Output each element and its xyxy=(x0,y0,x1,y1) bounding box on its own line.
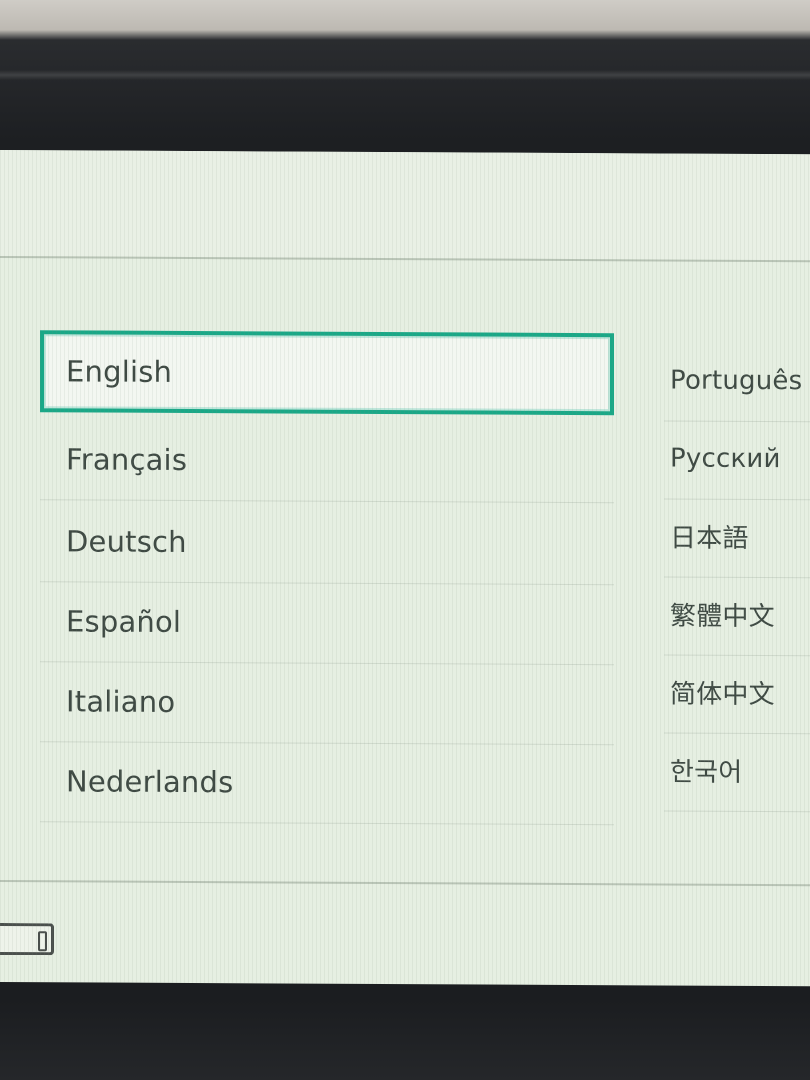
language-label: Deutsch xyxy=(66,523,187,559)
language-label: 한국어 xyxy=(670,757,743,788)
button-glyph-icon xyxy=(38,931,47,952)
language-option-dutch[interactable]: Nederlands xyxy=(40,740,614,826)
language-label: Italiano xyxy=(66,683,176,719)
language-option-french[interactable]: Français xyxy=(40,418,614,504)
language-option-traditional-chinese[interactable]: 繁體中文 xyxy=(664,573,810,657)
footer-divider xyxy=(0,880,810,887)
language-option-portuguese[interactable]: Português xyxy=(664,339,810,423)
language-label: Русский xyxy=(670,443,781,474)
language-label: 繁體中文 xyxy=(670,601,775,633)
language-option-spanish[interactable]: Español xyxy=(40,580,614,666)
language-label: Português xyxy=(670,365,803,396)
language-option-japanese[interactable]: 日本語 xyxy=(664,495,810,579)
language-label: Nederlands xyxy=(66,763,234,799)
footer-control[interactable] xyxy=(0,923,54,956)
language-label: English xyxy=(66,354,173,389)
language-option-russian[interactable]: Русский xyxy=(664,417,810,501)
language-option-korean[interactable]: 한국어 xyxy=(664,729,810,813)
language-label: Español xyxy=(66,603,182,639)
language-option-english[interactable]: English xyxy=(40,330,614,416)
language-label: 简体中文 xyxy=(670,679,775,711)
header-area xyxy=(0,150,810,261)
language-selection-screen: English Français Deutsch Español Italian… xyxy=(0,150,810,987)
language-label: Français xyxy=(66,441,188,477)
language-label: 日本語 xyxy=(670,523,749,554)
language-option-italian[interactable]: Italiano xyxy=(40,660,614,746)
language-option-simplified-chinese[interactable]: 简体中文 xyxy=(664,651,810,735)
language-option-german[interactable]: Deutsch xyxy=(40,500,614,586)
bezel-highlight xyxy=(0,70,810,80)
